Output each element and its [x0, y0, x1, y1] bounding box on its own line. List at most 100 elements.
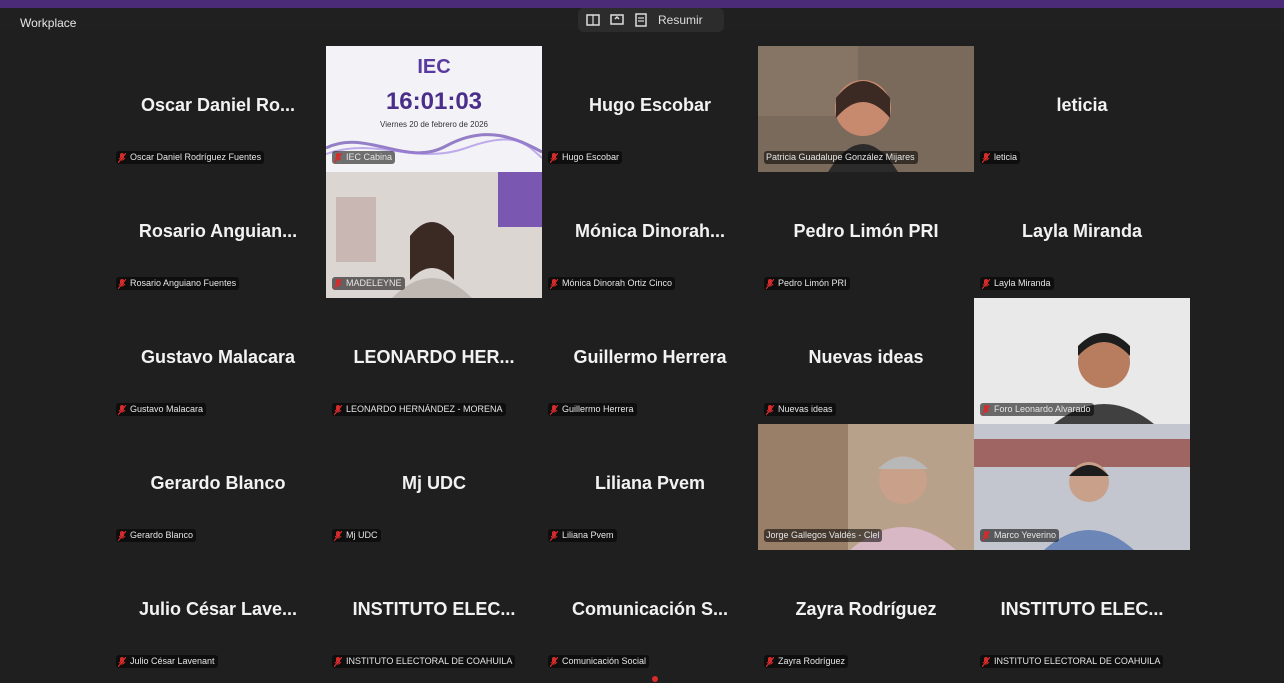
participant-label: Pedro Limón PRI	[764, 277, 850, 290]
participant-tile[interactable]: Zayra Rodríguez Zayra Rodríguez	[758, 550, 974, 676]
participant-tile[interactable]: Hugo Escobar Hugo Escobar	[542, 46, 758, 172]
participant-display-name: Gerardo Blanco	[150, 473, 286, 493]
mic-muted-icon	[549, 404, 559, 415]
participant-full-name: Rosario Anguiano Fuentes	[130, 278, 237, 288]
mic-muted-icon	[765, 656, 775, 667]
participant-label: Nuevas ideas	[764, 403, 836, 416]
participant-tile[interactable]: INSTITUTO ELEC... INSTITUTO ELECTORAL DE…	[326, 550, 542, 676]
participant-label: IEC Cabina	[332, 151, 396, 164]
participant-display-name: Julio César Lave...	[138, 599, 298, 619]
participant-tile[interactable]: Gerardo Blanco Gerardo Blanco	[110, 424, 326, 550]
mic-muted-icon	[981, 404, 991, 415]
participant-full-name: Marco Yeverino	[994, 530, 1057, 540]
participant-full-name: Zayra Rodríguez	[778, 656, 846, 666]
participant-tile[interactable]: Marco Yeverino	[974, 424, 1190, 550]
resumir-button[interactable]: Resumir	[658, 13, 703, 27]
participant-label: Foro Leonardo Alvarado	[980, 403, 1094, 416]
participants-grid: Oscar Daniel Ro... Oscar Daniel Rodrígue…	[110, 46, 1190, 676]
participant-full-name: Guillermo Herrera	[562, 404, 634, 414]
participant-label: Julio César Lavenant	[116, 655, 218, 668]
app-title: Workplace	[20, 16, 77, 30]
participant-tile[interactable]: Mj UDC Mj UDC	[326, 424, 542, 550]
participant-tile[interactable]: Patricia Guadalupe González Mijares	[758, 46, 974, 172]
mic-muted-icon	[549, 152, 559, 163]
mic-muted-icon	[981, 530, 991, 541]
participant-label: Comunicación Social	[548, 655, 650, 668]
participant-full-name: Patricia Guadalupe González Mijares	[766, 152, 915, 162]
participant-tile[interactable]: Gustavo Malacara Gustavo Malacara	[110, 298, 326, 424]
participant-tile[interactable]: leticia leticia	[974, 46, 1190, 172]
summary-icon[interactable]	[634, 13, 648, 27]
participant-tile[interactable]: INSTITUTO ELEC... INSTITUTO ELECTORAL DE…	[974, 550, 1190, 676]
iec-logo: IEC	[417, 56, 451, 78]
participant-full-name: Layla Miranda	[994, 278, 1051, 288]
participant-label: MADELEYNE	[332, 277, 405, 290]
layout-icon[interactable]	[586, 13, 600, 27]
participant-tile[interactable]: LEONARDO HER... LEONARDO HERNÁNDEZ - MOR…	[326, 298, 542, 424]
participant-full-name: Liliana Pvem	[562, 530, 614, 540]
participant-tile[interactable]: Mónica Dinorah... Mónica Dinorah Ortiz C…	[542, 172, 758, 298]
participant-display-name: Mónica Dinorah...	[574, 221, 725, 241]
participant-label: Gerardo Blanco	[116, 529, 197, 542]
participant-full-name: Gerardo Blanco	[130, 530, 194, 540]
share-screen-icon[interactable]	[610, 13, 624, 27]
participant-full-name: Mónica Dinorah Ortiz Cinco	[562, 278, 673, 288]
mic-muted-icon	[117, 152, 127, 163]
participant-tile[interactable]: Guillermo Herrera Guillermo Herrera	[542, 298, 758, 424]
participant-display-name: leticia	[1056, 95, 1108, 115]
participant-tile[interactable]: Oscar Daniel Ro... Oscar Daniel Rodrígue…	[110, 46, 326, 172]
participant-full-name: IEC Cabina	[346, 152, 393, 162]
participant-display-name: INSTITUTO ELEC...	[352, 599, 516, 619]
mic-muted-icon	[549, 530, 559, 541]
mic-muted-icon	[549, 278, 559, 289]
participant-display-name: Hugo Escobar	[588, 95, 712, 115]
participant-display-name: Layla Miranda	[1021, 221, 1143, 241]
participant-tile[interactable]: Julio César Lave... Julio César Lavenant	[110, 550, 326, 676]
participant-tile[interactable]: Rosario Anguian... Rosario Anguiano Fuen…	[110, 172, 326, 298]
participant-tile[interactable]: Layla Miranda Layla Miranda	[974, 172, 1190, 298]
mic-muted-icon	[117, 530, 127, 541]
participant-tile[interactable]: Comunicación S... Comunicación Social	[542, 550, 758, 676]
mic-muted-icon	[333, 530, 343, 541]
participant-label: LEONARDO HERNÁNDEZ - MORENA	[332, 403, 506, 416]
participant-tile[interactable]: Pedro Limón PRI Pedro Limón PRI	[758, 172, 974, 298]
participant-label: Hugo Escobar	[548, 151, 623, 164]
mic-muted-icon	[981, 656, 991, 667]
participant-full-name: Oscar Daniel Rodríguez Fuentes	[130, 152, 262, 162]
mic-muted-icon	[117, 278, 127, 289]
participant-display-name: Pedro Limón PRI	[793, 221, 939, 241]
participant-label: Oscar Daniel Rodríguez Fuentes	[116, 151, 265, 164]
mic-muted-icon	[333, 278, 343, 289]
mic-muted-icon	[333, 656, 343, 667]
mic-muted-icon	[333, 152, 343, 163]
mic-muted-icon	[981, 278, 991, 289]
participant-label: Jorge Gallegos Valdés - Clel	[764, 529, 883, 542]
participant-label: Marco Yeverino	[980, 529, 1060, 542]
participant-label: Mónica Dinorah Ortiz Cinco	[548, 277, 676, 290]
participant-display-name: Comunicación S...	[571, 599, 729, 619]
participant-label: Gustavo Malacara	[116, 403, 207, 416]
participant-display-name: LEONARDO HER...	[353, 347, 515, 367]
participant-label: INSTITUTO ELECTORAL DE COAHUILA	[332, 655, 516, 668]
participant-display-name: Mj UDC	[402, 473, 466, 493]
red-indicator-dot	[652, 676, 658, 682]
participant-tile[interactable]: Liliana Pvem Liliana Pvem	[542, 424, 758, 550]
participant-tile[interactable]: MADELEYNE	[326, 172, 542, 298]
mic-muted-icon	[117, 404, 127, 415]
participant-label: Guillermo Herrera	[548, 403, 637, 416]
participant-full-name: MADELEYNE	[346, 278, 402, 288]
participant-label: Liliana Pvem	[548, 529, 617, 542]
participant-full-name: Jorge Gallegos Valdés - Clel	[766, 530, 880, 540]
participant-display-name: Rosario Anguian...	[138, 221, 298, 241]
participant-tile[interactable]: IEC 16:01:03 Viernes 20 de febrero de 20…	[326, 46, 542, 172]
participant-label: Rosario Anguiano Fuentes	[116, 277, 240, 290]
mic-muted-icon	[549, 656, 559, 667]
participant-tile[interactable]: Jorge Gallegos Valdés - Clel	[758, 424, 974, 550]
participant-tile[interactable]: Nuevas ideas Nuevas ideas	[758, 298, 974, 424]
participant-full-name: Julio César Lavenant	[130, 656, 215, 666]
participant-tile[interactable]: Foro Leonardo Alvarado	[974, 298, 1190, 424]
participant-full-name: Hugo Escobar	[562, 152, 620, 162]
participant-label: INSTITUTO ELECTORAL DE COAHUILA	[980, 655, 1164, 668]
mic-muted-icon	[117, 656, 127, 667]
mic-muted-icon	[765, 404, 775, 415]
